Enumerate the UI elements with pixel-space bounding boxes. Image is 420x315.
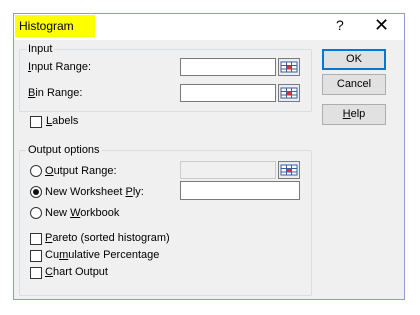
help-button[interactable]: Help xyxy=(322,104,386,125)
title-bar: Histogram ? ✕ xyxy=(14,14,404,40)
bin-range-label-text: in Range: xyxy=(35,87,83,99)
pareto-label: Pareto (sorted histogram) xyxy=(45,232,170,244)
range-select-icon xyxy=(280,87,298,99)
new-workbook-label-post: orkbook xyxy=(80,207,120,219)
input-range-label-text: nput Range: xyxy=(31,61,91,73)
new-workbook-label: New Workbook xyxy=(45,207,119,219)
help-button-accel: H xyxy=(342,108,351,120)
range-select-icon xyxy=(280,164,298,176)
labels-label-text: abels xyxy=(52,115,79,127)
new-worksheet-ply-label-pre: New Worksheet xyxy=(45,186,126,198)
cumulative-percentage-label: Cumulative Percentage xyxy=(45,249,159,261)
chart-output-checkbox[interactable] xyxy=(30,267,42,279)
new-workbook-label-accel: W xyxy=(70,207,81,219)
input-range-field[interactable] xyxy=(180,58,276,76)
cancel-button[interactable]: Cancel xyxy=(322,74,386,95)
input-range-select-button[interactable] xyxy=(278,58,300,76)
input-range-label: Input Range: xyxy=(28,61,91,73)
new-worksheet-ply-field[interactable] xyxy=(180,181,300,200)
output-range-select-button[interactable] xyxy=(278,161,300,179)
help-question-icon[interactable]: ? xyxy=(336,17,344,33)
new-worksheet-ply-radio[interactable] xyxy=(30,186,42,198)
output-range-radio[interactable] xyxy=(30,165,42,177)
bin-range-field[interactable] xyxy=(180,84,276,102)
labels-checkbox[interactable] xyxy=(30,116,42,128)
help-button-text: elp xyxy=(350,108,366,120)
close-icon[interactable]: ✕ xyxy=(374,15,389,35)
output-range-field[interactable] xyxy=(180,161,276,179)
chart-output-label: Chart Output xyxy=(45,266,108,278)
ok-button[interactable]: OK xyxy=(322,49,386,70)
cumulative-percentage-label-pre: Cu xyxy=(45,249,60,261)
output-range-label-text: utput Range: xyxy=(53,165,117,177)
labels-label: Labels xyxy=(46,115,78,127)
cumulative-percentage-label-post: ulative Percentage xyxy=(68,249,160,261)
new-workbook-radio[interactable] xyxy=(30,207,42,219)
chart-output-label-accel: C xyxy=(45,266,53,278)
input-group-legend: Input xyxy=(28,43,53,55)
histogram-dialog: Histogram ? ✕ Input Input Range: Bin Ran… xyxy=(13,13,405,300)
pareto-label-text: areto (sorted histogram) xyxy=(52,232,170,244)
bin-range-label: Bin Range: xyxy=(28,87,82,99)
range-select-icon xyxy=(280,61,298,73)
cumulative-percentage-label-accel: m xyxy=(59,249,69,261)
output-range-label-accel: O xyxy=(45,165,54,177)
output-range-label: Output Range: xyxy=(45,165,117,177)
bin-range-select-button[interactable] xyxy=(278,84,300,102)
dialog-title: Histogram xyxy=(19,19,74,33)
new-worksheet-ply-label: New Worksheet Ply: xyxy=(45,186,144,198)
cumulative-percentage-checkbox[interactable] xyxy=(30,250,42,262)
chart-output-label-text: hart Output xyxy=(52,266,108,278)
pareto-checkbox[interactable] xyxy=(30,233,42,245)
new-worksheet-ply-label-accel: P xyxy=(125,186,133,198)
new-worksheet-ply-label-post: ly: xyxy=(132,186,144,198)
output-options-legend: Output options xyxy=(28,144,100,156)
new-workbook-label-pre: New xyxy=(45,207,71,219)
